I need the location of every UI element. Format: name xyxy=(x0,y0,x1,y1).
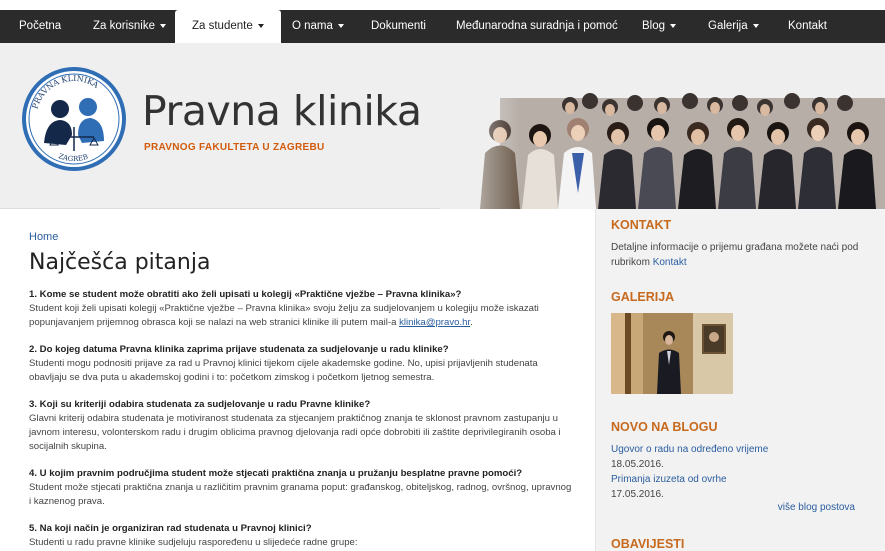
faq-answer: Student može stjecati praktična znanja u… xyxy=(29,482,572,507)
chevron-down-icon xyxy=(160,23,166,28)
students-group-photo xyxy=(440,43,885,209)
more-blog-posts-link[interactable]: više blog postova xyxy=(778,502,855,513)
breadcrumb-home[interactable]: Home xyxy=(29,231,58,243)
blog-post-date: 18.05.2016. xyxy=(611,459,664,470)
faq-answer: Glavni kriterij odabira studenata je mot… xyxy=(29,413,561,452)
blog-post-link[interactable]: Ugovor o radu na određeno vrijeme xyxy=(611,442,871,457)
faq-answer: Studenti u radu pravne klinike sudjeluju… xyxy=(29,537,358,548)
faq-item: 1. Kome se student može obratiti ako žel… xyxy=(29,288,574,330)
faq-question: 4. U kojim pravnim područjima student mo… xyxy=(29,468,523,479)
nav-item-galerija[interactable]: Galerija xyxy=(708,10,759,43)
clinic-logo[interactable]: PRAVNA KLINIKA ZAGREB xyxy=(20,65,128,173)
chevron-down-icon xyxy=(670,23,677,28)
nav-label: O nama xyxy=(292,20,333,32)
nav-label: Dokumenti xyxy=(371,20,426,32)
sidebar-heading-galerija: GALERIJA xyxy=(611,290,675,304)
sidebar-heading-blog: NOVO NA BLOGU xyxy=(611,420,718,434)
nav-label: Blog xyxy=(642,20,666,32)
faq-question: 2. Do kojeg datuma Pravna klinika zaprim… xyxy=(29,344,449,355)
nav-label: Međunarodna suradnja i pomoć xyxy=(456,20,618,32)
blog-post-date: 17.05.2016. xyxy=(611,489,664,500)
kontakt-description: Detaljne informacije o prijemu građana m… xyxy=(611,242,859,268)
nav-label: Galerija xyxy=(708,20,748,32)
nav-item-blog[interactable]: Blog xyxy=(642,10,677,43)
site-subtitle: PRAVNOG FAKULTETA U ZAGREBU xyxy=(144,142,325,153)
nav-item-pocetna[interactable]: Početna xyxy=(19,10,61,43)
nav-label: Početna xyxy=(19,20,62,32)
nav-label: Za studente xyxy=(192,20,253,32)
page-title: Najčešća pitanja xyxy=(29,250,211,275)
sidebar-heading-kontakt: KONTAKT xyxy=(611,218,672,232)
nav-item-o-nama[interactable]: O nama xyxy=(292,10,344,43)
chevron-down-icon xyxy=(752,23,759,28)
nav-item-za-studente[interactable]: Za studente xyxy=(175,10,281,43)
nav-item-dokumenti[interactable]: Dokumenti xyxy=(371,10,426,43)
blog-post-list: Ugovor o radu na određeno vrijeme 18.05.… xyxy=(611,442,871,502)
site-header: PRAVNA KLINIKA ZAGREB Pravna klinika PRA… xyxy=(0,43,885,209)
faq-item: 2. Do kojeg datuma Pravna klinika zaprim… xyxy=(29,343,574,385)
faq-question: 5. Na koji način je organiziran rad stud… xyxy=(29,523,312,534)
kontakt-text: Detaljne informacije o prijemu građana m… xyxy=(611,240,871,270)
main-nav: Početna Za korisnike Za studente O nama … xyxy=(0,10,885,43)
faq-item: 4. U kojim pravnim područjima student mo… xyxy=(29,467,574,509)
blog-post-link[interactable]: Primanja izuzeta od ovrhe xyxy=(611,472,871,487)
faq-answer: Studenti mogu podnositi prijave za rad u… xyxy=(29,358,538,383)
kontakt-link[interactable]: Kontakt xyxy=(653,257,687,268)
nav-item-za-korisnike[interactable]: Za korisnike xyxy=(93,10,166,43)
sidebar: KONTAKT Detaljne informacije o prijemu g… xyxy=(595,209,885,551)
faq-item: 3. Koji su kriteriji odabira studenata z… xyxy=(29,398,574,454)
site-title[interactable]: Pravna klinika xyxy=(142,87,422,135)
email-link[interactable]: klinika@pravo.hr xyxy=(399,317,470,328)
faq-question: 1. Kome se student može obratiti ako žel… xyxy=(29,289,462,300)
nav-label: Za korisnike xyxy=(93,20,155,32)
faq-item: 5. Na koji način je organiziran rad stud… xyxy=(29,522,574,550)
sidebar-heading-obavijesti: OBAVIJESTI xyxy=(611,537,685,551)
chevron-down-icon xyxy=(257,23,264,28)
chevron-down-icon xyxy=(337,23,344,28)
faq-answer-end: . xyxy=(470,317,473,328)
nav-label: Kontakt xyxy=(788,20,827,32)
faq-question: 3. Koji su kriteriji odabira studenata z… xyxy=(29,399,371,410)
nav-item-kontakt[interactable]: Kontakt xyxy=(788,10,827,43)
faq-answer: Student koji želi upisati kolegij «Prakt… xyxy=(29,302,574,330)
gallery-thumbnail[interactable] xyxy=(611,313,733,394)
nav-item-medunarodna-suradnja[interactable]: Međunarodna suradnja i pomoć xyxy=(456,10,618,43)
